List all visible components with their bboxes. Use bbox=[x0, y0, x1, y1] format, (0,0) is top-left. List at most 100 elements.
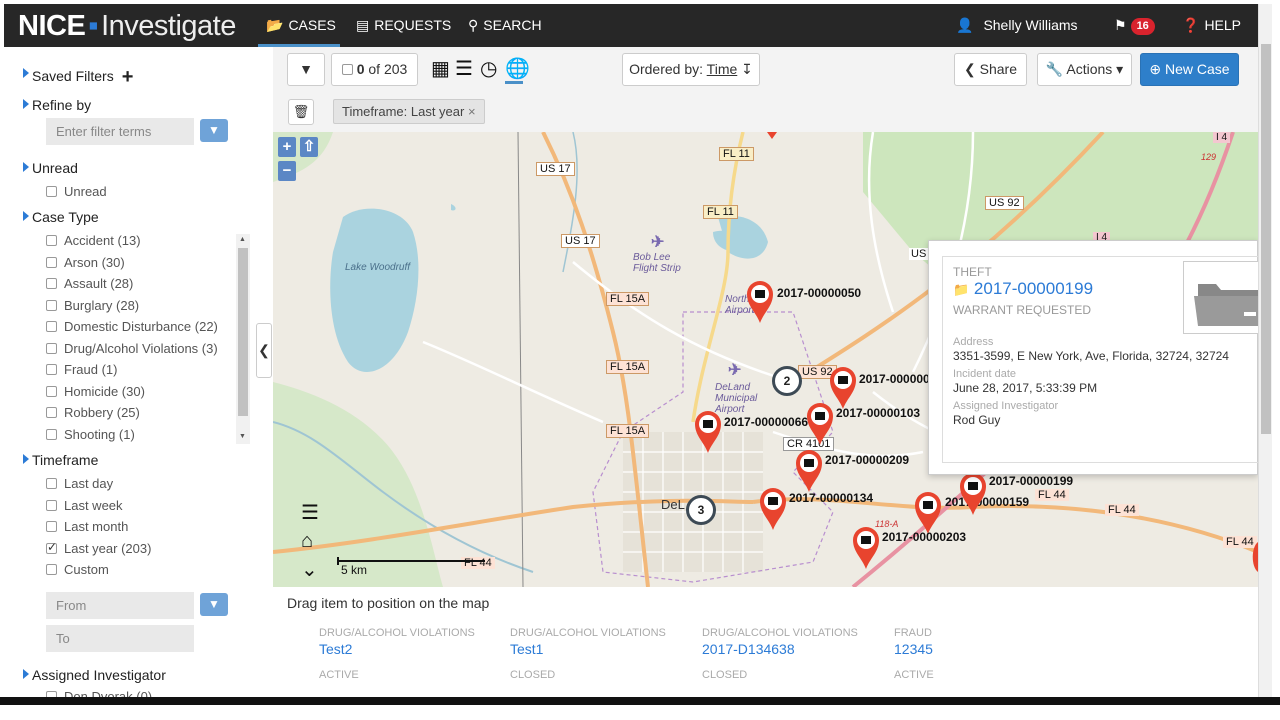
assigned-investigator-header[interactable]: Assigned Investigator bbox=[23, 667, 166, 683]
case-pin[interactable] bbox=[852, 526, 880, 570]
case-type-option[interactable]: Burglary (28) bbox=[46, 298, 139, 313]
unread-header[interactable]: Unread bbox=[23, 160, 78, 176]
new-case-button[interactable]: ⊕ New Case bbox=[1140, 53, 1239, 86]
case-card[interactable]: DRUG/ALCOHOL VIOLATIONS 2017-D134638 CLO… bbox=[702, 627, 892, 681]
case-type-option[interactable]: Fraud (1) bbox=[46, 362, 117, 377]
plus-circle-icon: ⊕ bbox=[1149, 61, 1162, 77]
pin-label: 2017-00000050 bbox=[777, 286, 862, 300]
layers-icon[interactable]: ☰ bbox=[301, 500, 319, 525]
case-cluster[interactable]: 3 bbox=[686, 495, 716, 525]
case-link[interactable]: Test1 bbox=[510, 641, 700, 657]
case-type-option[interactable]: Arson (30) bbox=[46, 255, 125, 270]
scroll-thumb[interactable] bbox=[238, 248, 248, 416]
pin-label: 2017-00000209 bbox=[825, 453, 910, 467]
window-bottom-edge bbox=[0, 697, 1280, 705]
select-all-button[interactable]: 0 of 203 bbox=[331, 53, 418, 86]
case-type-option[interactable]: Accident (13) bbox=[46, 233, 141, 248]
airport-icon: ✈ bbox=[651, 234, 665, 251]
scroll-up-icon[interactable]: ▲ bbox=[239, 236, 246, 243]
case-card[interactable]: FRAUD 12345 ACTIVE bbox=[894, 627, 1084, 681]
plus-icon[interactable]: + bbox=[122, 66, 134, 88]
list-icon: ▤ bbox=[356, 17, 370, 33]
zoom-in-button[interactable]: + bbox=[278, 137, 296, 157]
order-by-dropdown[interactable]: Ordered by: Time ↧ bbox=[622, 53, 760, 86]
date-from-input[interactable]: From bbox=[46, 592, 194, 619]
place-label: Lake Woodruff bbox=[345, 262, 411, 273]
funnel-icon: ▼ bbox=[299, 61, 313, 77]
actions-dropdown[interactable]: 🔧 Actions ▾ bbox=[1037, 53, 1132, 86]
case-pin[interactable] bbox=[694, 410, 722, 454]
scroll-down-icon[interactable]: ▼ bbox=[239, 433, 246, 440]
timeframe-option[interactable]: Last week bbox=[46, 498, 123, 513]
case-type-option[interactable]: Domestic Disturbance (22) bbox=[46, 319, 218, 334]
investigator-option[interactable]: Don Dvorak (0) bbox=[46, 689, 152, 697]
road-label: FL 15A bbox=[606, 424, 650, 438]
grid-view-icon[interactable]: ▦ bbox=[431, 59, 450, 79]
map-view-icon[interactable]: 🌐 bbox=[505, 59, 530, 79]
pan-up-button[interactable]: ⇧ bbox=[300, 137, 318, 157]
select-all-checkbox[interactable] bbox=[341, 64, 353, 75]
list-view-icon[interactable]: ☰ bbox=[455, 59, 473, 79]
timeline-view-icon[interactable]: ◷ bbox=[480, 59, 497, 79]
unread-checkbox[interactable]: Unread bbox=[46, 184, 107, 199]
case-pin[interactable] bbox=[806, 402, 834, 446]
clear-filters-button[interactable]: 🗑 bbox=[288, 99, 314, 125]
refine-by-header[interactable]: Refine by bbox=[23, 97, 91, 113]
case-link[interactable]: 12345 bbox=[894, 641, 1084, 657]
case-type-option[interactable]: Homicide (30) bbox=[46, 384, 145, 399]
case-link[interactable]: 2017-D134638 bbox=[702, 641, 892, 657]
filter-chip[interactable]: Timeframe: Last year × bbox=[333, 99, 485, 124]
case-type-scrollbar[interactable]: ▲ ▼ bbox=[236, 234, 250, 444]
case-type-option[interactable]: Assault (28) bbox=[46, 276, 133, 291]
filter-apply-button[interactable]: ▼ bbox=[200, 119, 228, 142]
saved-filters-header[interactable]: Saved Filters + bbox=[23, 66, 134, 89]
filter-terms-input[interactable]: Enter filter terms bbox=[46, 118, 194, 145]
share-button[interactable]: ❮ Share bbox=[954, 53, 1027, 86]
case-detail-popup[interactable]: THEFT 📁 2017-00000199 WARRANT REQUESTED … bbox=[928, 240, 1259, 475]
timeframe-option[interactable]: Last day bbox=[46, 476, 113, 491]
nav-requests[interactable]: ▤ REQUESTS bbox=[356, 4, 451, 47]
user-menu[interactable]: 👤 Shelly Williams bbox=[956, 4, 1078, 47]
wrench-icon: 🔧 bbox=[1045, 61, 1064, 77]
incident-date-label: Incident date bbox=[953, 368, 1016, 380]
notifications[interactable]: ⚑ 16 bbox=[1114, 4, 1155, 47]
case-cluster[interactable]: 2 bbox=[772, 366, 802, 396]
app-logo[interactable]: NICE ▪ Investigate bbox=[18, 10, 236, 43]
timeframe-option[interactable]: Custom bbox=[46, 562, 109, 577]
pin-label: 2017-00000203 bbox=[882, 530, 967, 544]
date-to-input[interactable]: To bbox=[46, 625, 194, 652]
case-detail-card[interactable]: THEFT 📁 2017-00000199 WARRANT REQUESTED … bbox=[942, 256, 1259, 463]
home-icon[interactable]: ⌂ bbox=[301, 530, 313, 553]
timeframe-option[interactable]: Last month bbox=[46, 519, 128, 534]
page-scrollbar[interactable] bbox=[1258, 4, 1272, 697]
case-pin-partial[interactable] bbox=[1248, 542, 1258, 572]
nav-cases[interactable]: 📂 CASES bbox=[258, 4, 340, 47]
case-type-header[interactable]: Case Type bbox=[23, 209, 99, 225]
case-pin[interactable] bbox=[746, 280, 774, 324]
date-filter-apply-button[interactable]: ▼ bbox=[200, 593, 228, 616]
case-type-option[interactable]: Robbery (25) bbox=[46, 405, 140, 420]
scroll-thumb[interactable] bbox=[1261, 44, 1271, 434]
zoom-out-button[interactable]: − bbox=[278, 161, 296, 181]
case-pin-partial[interactable] bbox=[765, 132, 779, 140]
help-link[interactable]: ❓ HELP bbox=[1182, 4, 1241, 47]
case-pin[interactable] bbox=[914, 491, 942, 535]
case-card[interactable]: DRUG/ALCOHOL VIOLATIONS Test2 ACTIVE bbox=[319, 627, 509, 681]
case-pin[interactable] bbox=[759, 487, 787, 531]
chevron-down-icon[interactable]: ⌄ bbox=[301, 557, 318, 582]
search-icon: ⚲ bbox=[468, 17, 479, 33]
nav-search[interactable]: ⚲ SEARCH bbox=[468, 4, 542, 47]
case-link[interactable]: Test2 bbox=[319, 641, 509, 657]
case-type-option[interactable]: Drug/Alcohol Violations (3) bbox=[46, 341, 218, 356]
case-pin[interactable] bbox=[959, 472, 987, 516]
case-link[interactable]: 📁 2017-00000199 bbox=[953, 279, 1093, 299]
remove-chip-icon[interactable]: × bbox=[468, 104, 476, 119]
case-pin[interactable] bbox=[795, 449, 823, 493]
collapse-sidebar-button[interactable]: ❮ bbox=[256, 323, 272, 378]
filter-toggle-button[interactable]: ▼ bbox=[287, 53, 325, 86]
timeframe-option-checked[interactable]: Last year (203) bbox=[46, 540, 151, 556]
filter-icon: ▼ bbox=[208, 597, 220, 611]
timeframe-header[interactable]: Timeframe bbox=[23, 452, 98, 468]
case-type-option[interactable]: Shooting (1) bbox=[46, 427, 135, 442]
case-card[interactable]: DRUG/ALCOHOL VIOLATIONS Test1 CLOSED bbox=[510, 627, 700, 681]
